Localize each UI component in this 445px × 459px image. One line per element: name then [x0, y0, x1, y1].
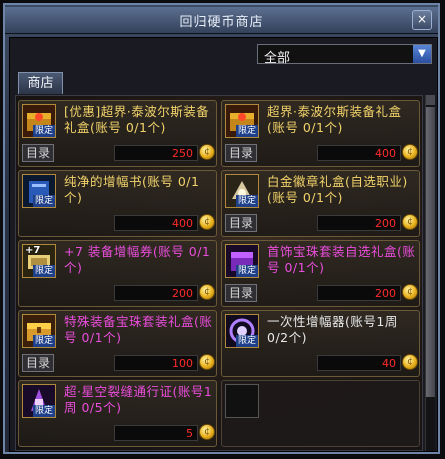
category-dropdown[interactable]: 全部 ▼ — [257, 44, 432, 66]
coin-icon: ¢ — [199, 354, 215, 370]
coin-icon: ¢ — [402, 354, 418, 370]
item-price: 5 — [186, 427, 193, 440]
item-price: 40 — [382, 357, 396, 370]
price-box: 40 — [317, 355, 401, 371]
item-name: 超·星空裂缝通行证(账号1周 0/5个) — [64, 384, 213, 415]
limited-tag: 限定 — [32, 195, 55, 207]
item-name: [优惠]超界·泰波尔斯装备礼盒(账号 0/1个) — [64, 104, 210, 135]
window-title: 回归硬币商店 — [179, 15, 264, 30]
shop-item[interactable]: +7 限定 +7 装备增幅券(账号 0/1个) 200 ¢ — [18, 240, 217, 307]
price-box: 200 — [317, 285, 401, 301]
amplifier-icon: 限定 — [225, 314, 259, 348]
shop-item[interactable]: 限定 超界·泰波尔斯装备礼盒(账号 0/1个) 目录 400 ¢ — [221, 100, 420, 167]
limited-tag: 限定 — [32, 125, 55, 137]
price-box: 250 — [114, 145, 198, 161]
close-button[interactable]: × — [412, 10, 432, 30]
coin-icon: ¢ — [199, 424, 215, 440]
coin-icon: ¢ — [199, 144, 215, 160]
item-name: 白金徽章礼盒(自选职业)(账号 0/1个) — [267, 174, 408, 205]
shop-item[interactable]: 限定 超·星空裂缝通行证(账号1周 0/5个) 5 ¢ — [18, 380, 217, 447]
title-bar[interactable]: 回归硬币商店 × — [5, 7, 438, 34]
item-grid: 限定 [优惠]超界·泰波尔斯装备礼盒(账号 0/1个) 目录 250 ¢ 限定 … — [15, 95, 423, 451]
price-box: 100 — [114, 355, 198, 371]
blue-book-icon: 限定 — [22, 174, 56, 208]
treasure-box-icon: 限定 — [225, 104, 259, 138]
price-box: 400 — [317, 145, 401, 161]
shop-item[interactable]: 限定 白金徽章礼盒(自选职业)(账号 0/1个) 目录 200 ¢ — [221, 170, 420, 237]
item-price: 250 — [172, 147, 193, 160]
catalog-button[interactable]: 目录 — [22, 354, 54, 372]
category-selected: 全部 — [264, 51, 291, 66]
item-price: 200 — [172, 287, 193, 300]
item-price: 200 — [375, 287, 396, 300]
catalog-button[interactable]: 目录 — [225, 214, 257, 232]
item-price: 400 — [375, 147, 396, 160]
price-box: 5 — [114, 425, 198, 441]
gold-chest-icon: 限定 — [22, 314, 56, 348]
purple-box-icon: 限定 — [225, 244, 259, 278]
item-name: 特殊装备宝珠套装礼盒(账号 0/1个) — [64, 314, 213, 345]
item-price: 400 — [172, 217, 193, 230]
limited-tag: 限定 — [235, 335, 258, 347]
tab-shop[interactable]: 商店 — [18, 72, 63, 94]
shop-item[interactable]: 限定 首饰宝珠套装自选礼盒(账号 0/1个) 目录 200 ¢ — [221, 240, 420, 307]
price-box: 400 — [114, 215, 198, 231]
limited-tag: 限定 — [235, 195, 258, 207]
limited-tag: 限定 — [32, 405, 55, 417]
scroll-up-button[interactable] — [426, 95, 435, 105]
empty-slot — [221, 380, 420, 447]
coin-icon: ¢ — [199, 214, 215, 230]
catalog-button[interactable]: 目录 — [225, 284, 257, 302]
item-name: 一次性增幅器(账号1周 0/2个) — [267, 314, 398, 345]
scrollbar[interactable] — [425, 95, 435, 451]
shop-panel: 全部 ▼ 商店 限定 [优惠]超界·泰波尔斯装备礼盒(账号 0/1个) 目录 2… — [9, 37, 438, 452]
catalog-button[interactable]: 目录 — [22, 144, 54, 162]
platinum-box-icon: 限定 — [225, 174, 259, 208]
coin-icon: ¢ — [402, 144, 418, 160]
treasure-box-icon: 限定 — [22, 104, 56, 138]
amplify-ticket-icon: +7 限定 — [22, 244, 56, 278]
pass-icon: 限定 — [22, 384, 56, 418]
plus-tag: +7 — [25, 245, 41, 256]
catalog-button[interactable]: 目录 — [225, 144, 257, 162]
price-box: 200 — [317, 215, 401, 231]
coin-icon: ¢ — [402, 214, 418, 230]
limited-tag: 限定 — [32, 265, 55, 277]
chevron-down-icon[interactable]: ▼ — [413, 45, 431, 63]
coin-icon: ¢ — [199, 284, 215, 300]
limited-tag: 限定 — [32, 335, 55, 347]
coin-icon: ¢ — [402, 284, 418, 300]
empty-icon-slot — [225, 384, 259, 418]
shop-item[interactable]: 限定 纯净的增幅书(账号 0/1个) 400 ¢ — [18, 170, 217, 237]
price-box: 200 — [114, 285, 198, 301]
item-name: +7 装备增幅券(账号 0/1个) — [64, 244, 211, 275]
item-name: 首饰宝珠套装自选礼盒(账号 0/1个) — [267, 244, 416, 275]
shop-item[interactable]: 限定 特殊装备宝珠套装礼盒(账号 0/1个) 目录 100 ¢ — [18, 310, 217, 377]
shop-item[interactable]: 限定 一次性增幅器(账号1周 0/2个) 40 ¢ — [221, 310, 420, 377]
scroll-thumb[interactable] — [426, 107, 435, 397]
limited-tag: 限定 — [235, 265, 258, 277]
limited-tag: 限定 — [235, 125, 258, 137]
shop-item[interactable]: 限定 [优惠]超界·泰波尔斯装备礼盒(账号 0/1个) 目录 250 ¢ — [18, 100, 217, 167]
item-price: 200 — [375, 217, 396, 230]
item-name: 纯净的增幅书(账号 0/1个) — [64, 174, 200, 205]
item-name: 超界·泰波尔斯装备礼盒(账号 0/1个) — [267, 104, 402, 135]
item-price: 100 — [172, 357, 193, 370]
